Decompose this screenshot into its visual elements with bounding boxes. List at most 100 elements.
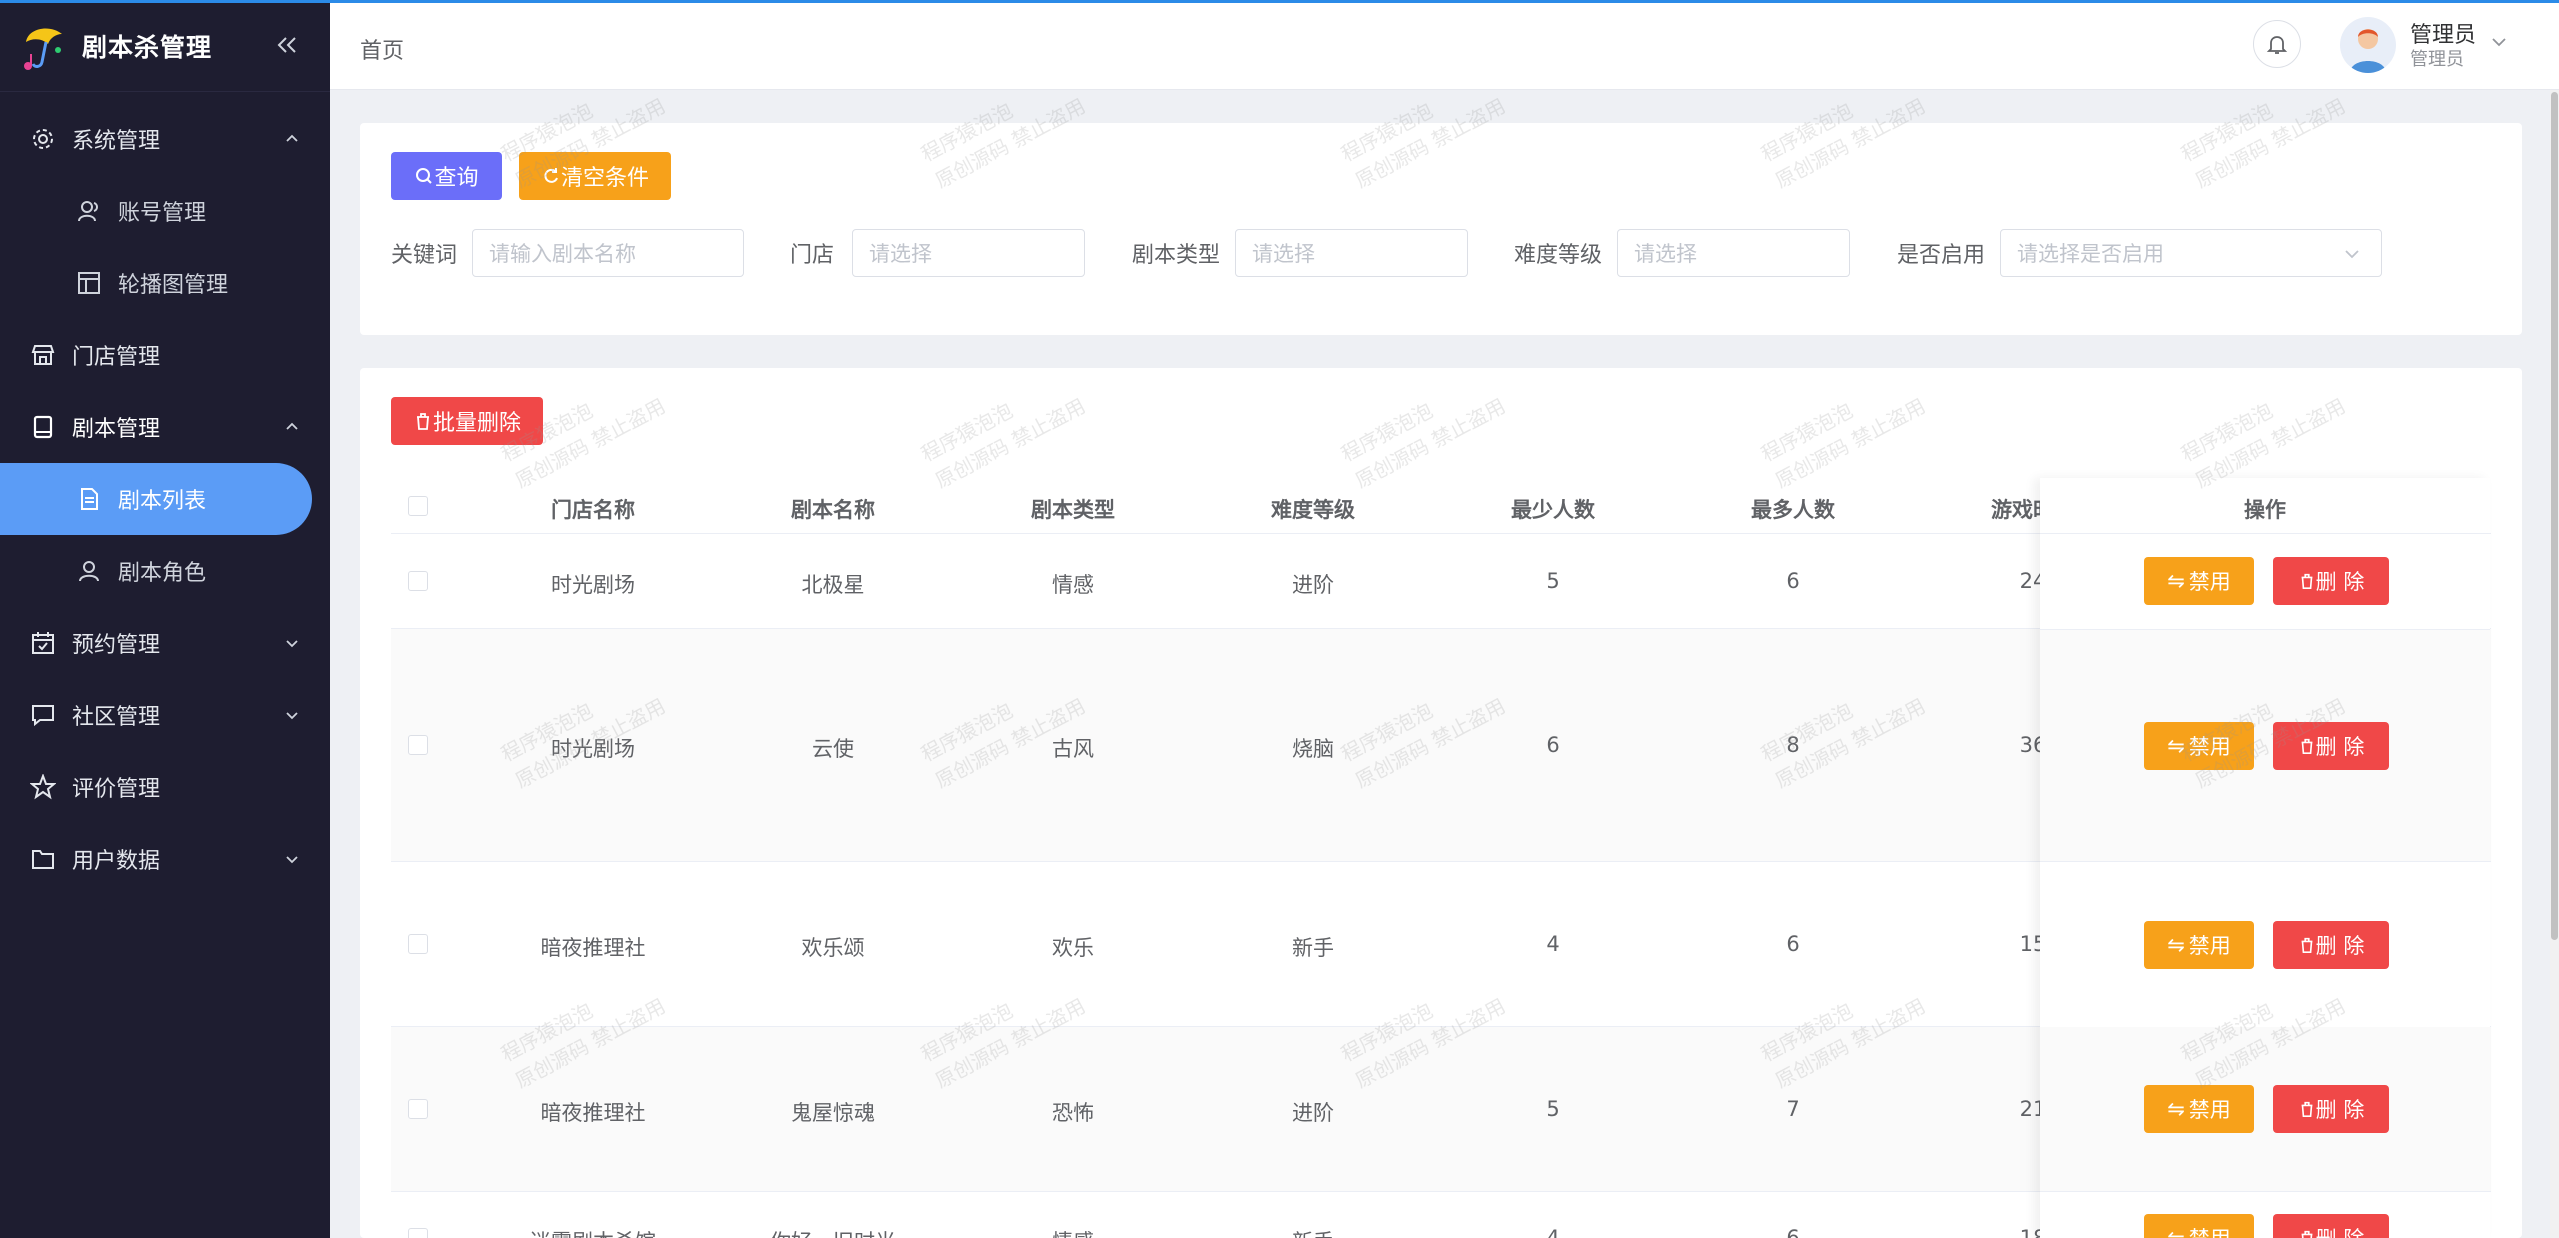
delete-button[interactable]: 删 除	[2273, 1085, 2389, 1133]
trash-icon	[2301, 1101, 2313, 1118]
difficulty-placeholder: 请选择	[1634, 242, 1697, 266]
cell-script-name: 你好，旧时光	[743, 1226, 923, 1238]
query-button[interactable]: 查询	[391, 152, 502, 200]
sidebar-item-label: 用户数据	[72, 849, 161, 874]
sidebar-item-script-roles[interactable]: 剧本角色	[0, 535, 330, 607]
sidebar-item-label: 系统管理	[72, 129, 161, 154]
col-script-name: 剧本名称	[791, 498, 875, 522]
keyword-label: 关键词	[391, 243, 458, 268]
book-icon	[33, 415, 53, 439]
disable-label: 禁用	[2188, 1098, 2231, 1122]
chevron-down-icon	[2345, 250, 2359, 259]
sidebar-item-label: 剧本角色	[118, 561, 207, 586]
disable-button[interactable]: ⇋禁用	[2144, 722, 2254, 770]
delete-button[interactable]: 删 除	[2273, 921, 2389, 969]
disable-button[interactable]: ⇋禁用	[2144, 1085, 2254, 1133]
sidebar-item-scripts[interactable]: 剧本管理	[0, 391, 330, 463]
store-select[interactable]: 请选择	[852, 229, 1085, 277]
delete-label: 删 除	[2315, 1098, 2365, 1122]
chevron-down-icon	[286, 640, 298, 648]
delete-button[interactable]: 删 除	[2273, 557, 2389, 605]
cell-max-players: 6	[1786, 932, 1800, 956]
cell-max-players: 7	[1786, 1097, 1800, 1121]
col-store: 门店名称	[551, 498, 635, 522]
cell-script-name: 北极星	[801, 573, 865, 597]
table-panel: 批量删除 门店名称 剧本名称 剧本类型 难度等级 最少人数 最多人数 游戏时长 …	[360, 368, 2522, 1238]
sidebar-item-accounts[interactable]: 账号管理	[0, 175, 330, 247]
swap-icon: ⇋	[2167, 933, 2185, 957]
cell-script-type: 恐怖	[1052, 1101, 1094, 1125]
cell-max-players: 6	[1786, 569, 1800, 593]
row-checkbox[interactable]	[408, 1099, 428, 1119]
sidebar-item-label: 剧本列表	[118, 489, 207, 514]
sidebar-item-system[interactable]: 系统管理	[0, 103, 330, 175]
batch-delete-label: 批量删除	[432, 411, 521, 436]
cell-difficulty: 新手	[1292, 936, 1334, 960]
delete-button[interactable]: 删 除	[2273, 722, 2389, 770]
refresh-icon	[544, 168, 558, 183]
user-role: 管理员	[2410, 49, 2464, 70]
row-checkbox[interactable]	[408, 1228, 428, 1238]
actions-column: 操作 ⇋ 禁用 删 除 ⇋ 禁用 删 除 ⇋ 禁用 删 除 ⇋ 禁用 删 除 ⇋	[2040, 478, 2490, 1238]
swap-icon: ⇋	[2167, 734, 2185, 758]
row-checkbox[interactable]	[408, 934, 428, 954]
folder-icon	[32, 850, 54, 869]
layout-icon	[78, 272, 100, 294]
sidebar-item-reservations[interactable]: 预约管理	[0, 607, 330, 679]
cell-difficulty: 烧脑	[1292, 737, 1334, 761]
disable-button[interactable]: ⇋禁用	[2144, 921, 2254, 969]
trash-icon	[2301, 738, 2313, 755]
collapse-sidebar-icon[interactable]	[272, 30, 302, 60]
chat-icon	[32, 705, 54, 727]
keyword-placeholder: 请输入剧本名称	[489, 242, 636, 266]
col-max-players: 最多人数	[1751, 498, 1835, 522]
notification-bell-icon[interactable]	[2253, 20, 2301, 68]
sidebar-item-community[interactable]: 社区管理	[0, 679, 330, 751]
cell-store: 暗夜推理社	[540, 936, 646, 960]
sidebar-item-reviews[interactable]: 评价管理	[0, 751, 330, 823]
app-logo-icon	[24, 27, 62, 70]
row-checkbox[interactable]	[408, 735, 428, 755]
keyword-input[interactable]: 请输入剧本名称	[472, 229, 744, 277]
top-header: 首页 管理员 管理员	[330, 3, 2559, 90]
swap-icon: ⇋	[2167, 1097, 2185, 1121]
difficulty-label: 难度等级	[1514, 243, 1603, 268]
gear-icon	[33, 129, 53, 149]
sidebar-item-carousel[interactable]: 轮播图管理	[0, 247, 330, 319]
enabled-placeholder: 请选择是否启用	[2017, 242, 2164, 266]
enabled-select[interactable]: 请选择是否启用	[2000, 229, 2382, 277]
select-all-checkbox[interactable]	[408, 496, 428, 516]
sidebar-item-label: 账号管理	[118, 201, 207, 226]
col-script-type: 剧本类型	[1031, 498, 1115, 522]
chevron-down-icon[interactable]	[2490, 33, 2508, 51]
cell-max-players: 6	[1786, 1226, 1800, 1238]
top-accent-bar	[0, 0, 2559, 3]
disable-label: 禁用	[2188, 934, 2231, 958]
disable-button[interactable]: ⇋禁用	[2144, 557, 2254, 605]
swap-icon: ⇋	[2167, 569, 2185, 593]
avatar[interactable]	[2340, 17, 2396, 73]
cell-store: 时光剧场	[551, 737, 635, 761]
delete-label: 删 除	[2315, 735, 2365, 759]
trash-icon	[2301, 937, 2313, 954]
disable-label: 禁用	[2188, 735, 2231, 759]
star-icon	[30, 774, 56, 800]
sidebar-item-script-list[interactable]: 剧本列表	[0, 463, 312, 535]
script-type-placeholder: 请选择	[1252, 242, 1315, 266]
cell-script-type: 古风	[1052, 737, 1094, 761]
script-type-select[interactable]: 请选择	[1235, 229, 1468, 277]
page-scrollbar-thumb[interactable]	[2551, 92, 2558, 940]
batch-delete-button[interactable]: 批量删除	[391, 397, 543, 445]
sidebar-item-label: 评价管理	[72, 777, 161, 802]
breadcrumb-home[interactable]: 首页	[360, 33, 404, 65]
clear-button-label: 清空条件	[560, 166, 649, 191]
sidebar-item-user-data[interactable]: 用户数据	[0, 823, 330, 895]
delete-label: 删 除	[2316, 1223, 2365, 1238]
row-checkbox[interactable]	[408, 571, 428, 591]
delete-button[interactable]: 删 除	[2273, 1214, 2389, 1238]
clear-conditions-button[interactable]: 清空条件	[519, 152, 671, 200]
difficulty-select[interactable]: 请选择	[1617, 229, 1850, 277]
cell-script-type: 情感	[993, 1226, 1153, 1238]
sidebar-item-stores[interactable]: 门店管理	[0, 319, 330, 391]
disable-button[interactable]: ⇋禁用	[2144, 1214, 2254, 1238]
